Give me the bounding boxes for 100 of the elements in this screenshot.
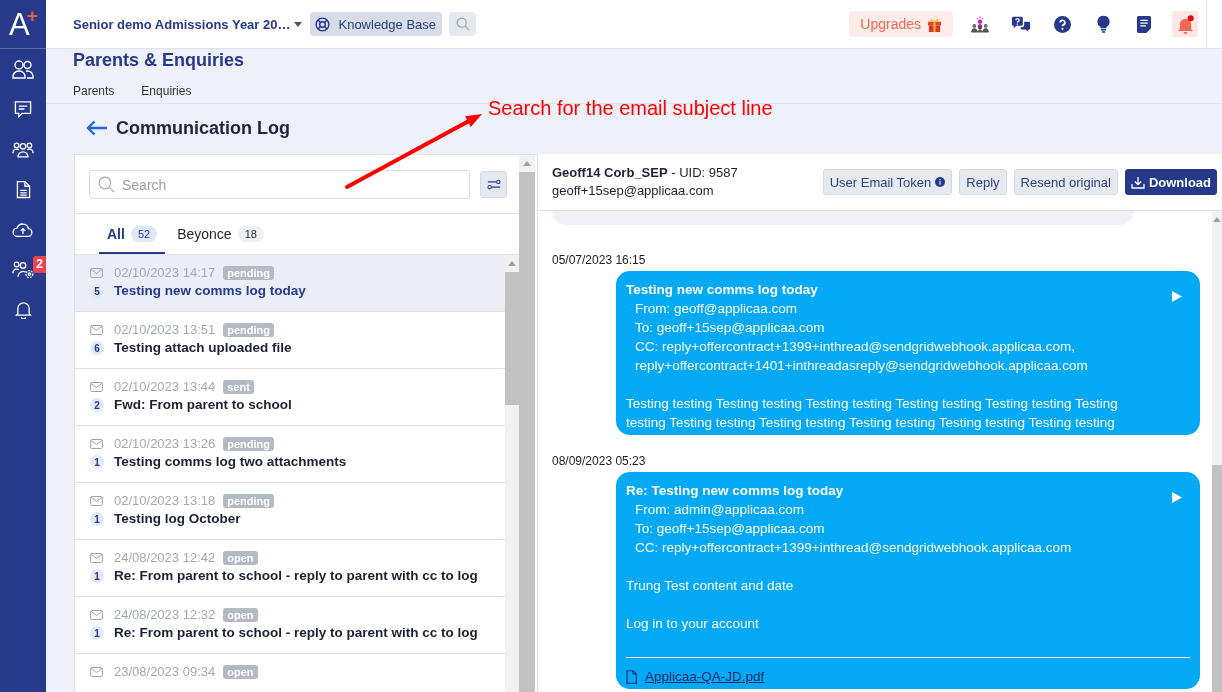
- message-date: 24/08/2023 12:32: [114, 607, 216, 623]
- message-subject: Re: From parent to school - reply to parent with cc to log: [114, 624, 478, 642]
- message-date: 02/10/2023 14:17: [114, 265, 216, 281]
- message-subject: Re: From parent to school - reply to parent with cc to log: [114, 567, 478, 585]
- message-date: 08/09/2023 05:23: [552, 453, 647, 469]
- count-badge: 52: [130, 226, 158, 242]
- back-arrow-icon: [86, 120, 108, 136]
- message-date: 02/10/2023 13:51: [114, 322, 216, 338]
- page-title: Parents & Enquiries: [73, 49, 246, 71]
- status-badge: open: [223, 608, 258, 622]
- message-date: 02/10/2023 13:18: [114, 493, 216, 509]
- message-header-line: To: geoff+15sep@applicaa.com: [634, 520, 826, 538]
- help-icon: [1053, 15, 1071, 33]
- lightbulb-icon: [1096, 15, 1110, 33]
- play-icon[interactable]: [1172, 291, 1182, 302]
- status-badge: pending: [223, 266, 274, 280]
- message-date: 02/10/2023 13:44: [114, 379, 216, 395]
- message-count: 5: [90, 284, 104, 298]
- message-subject: Testing new comms log today: [114, 282, 306, 300]
- search-icon: [455, 17, 470, 31]
- message-header-line: To: geoff+15sep@applicaa.com: [634, 319, 826, 337]
- sidebar-item[interactable]: 2: [0, 249, 46, 289]
- action-button[interactable]: Reply: [959, 169, 1007, 195]
- status-badge: pending: [223, 494, 274, 508]
- contact-name: Geoff14 Corb_SEP - UID: 9587: [552, 165, 739, 181]
- search-icon: [98, 176, 115, 193]
- status-badge: pending: [223, 437, 274, 451]
- message-text: Trung Test content and date: [626, 577, 795, 595]
- message-date: 24/08/2023 12:42: [114, 550, 216, 566]
- gift-icon: [927, 16, 942, 32]
- contact-email: geoff+15sep@applicaa.com: [552, 183, 715, 199]
- status-badge: sent: [223, 380, 254, 394]
- message-date: 23/08/2023 09:34: [114, 664, 216, 680]
- message-header-line: From: admin@applicaa.com: [634, 501, 805, 519]
- message-text: Testing testing Testing testing Testing testing Testing testing Testing testing Testing testing Testing testing Testing testing Testing testing Testing testing Testing testing: [626, 395, 1119, 432]
- group-gear-icon: [12, 259, 34, 279]
- message-date: 05/07/2023 16:15: [552, 252, 647, 268]
- attachment-link[interactable]: Applicaa-QA-JD.pdf: [645, 667, 765, 686]
- group-icon: [12, 139, 34, 159]
- play-icon[interactable]: [1172, 492, 1182, 503]
- document-icon: [15, 179, 31, 199]
- people-network-icon: [970, 15, 990, 33]
- lifebuoy-icon: [315, 16, 331, 32]
- message-text: Log in to your account: [626, 615, 760, 633]
- message-count: 6: [90, 341, 104, 355]
- message-date: 02/10/2023 13:26: [114, 436, 216, 452]
- bell-icon: [14, 299, 32, 319]
- scrollbar-thumb[interactable]: [1212, 465, 1222, 692]
- file-icon: [626, 669, 637, 684]
- message-header-line: From: geoff@applicaa.com: [634, 300, 799, 318]
- message-count: 1: [90, 626, 104, 640]
- people-icon: [12, 59, 34, 79]
- envelope-icon: [90, 439, 103, 449]
- message-subject: Testing comms log two attachments: [114, 453, 347, 471]
- sliders-icon: [486, 179, 501, 190]
- status-badge: open: [223, 665, 258, 679]
- knowledge-base-button[interactable]: Knowledge Base: [310, 12, 443, 36]
- message-header-line: reply+offercontract+1401+inthreadasreply@sendgridwebhook.applicaa.com: [634, 357, 1089, 375]
- message-count: 2: [90, 398, 104, 412]
- workspace-dropdown[interactable]: Senior demo Admissions Year 20…: [73, 16, 303, 32]
- message-subject: Testing attach uploaded file: [114, 339, 292, 357]
- annotation-text: Search for the email subject line: [488, 96, 773, 120]
- message-count: 1: [90, 569, 104, 583]
- page-tab[interactable]: Parents: [73, 84, 115, 99]
- section-title: Communication Log: [116, 117, 290, 140]
- user-email-token-button[interactable]: User Email Token: [822, 169, 953, 195]
- chat-icon: [12, 99, 34, 119]
- count-badge: 18: [237, 226, 264, 242]
- message-header-line: CC: reply+offercontract+1399+inthread@sendgridwebhook.applicaa.com,: [634, 338, 1077, 356]
- filter-tab[interactable]: Beyonce 18: [169, 214, 272, 254]
- envelope-icon: [90, 325, 103, 335]
- action-button[interactable]: Resend original: [1013, 169, 1118, 195]
- caret-icon: [294, 21, 303, 27]
- scrollbar-thumb[interactable]: [505, 272, 519, 405]
- download-icon: [1130, 175, 1145, 189]
- page-tab[interactable]: Enquiries: [141, 84, 192, 99]
- message-list-item[interactable]: 02/10/2023 14:17 pending 5 Testing new comms log today: [75, 255, 505, 312]
- envelope-icon: [90, 268, 103, 278]
- message-count: 1: [90, 455, 104, 469]
- message-header-line: CC: reply+offercontract+1399+inthread@sendgridwebhook.applicaa.com: [634, 539, 1073, 557]
- message-subject: Fwd: From parent to school: [114, 396, 292, 414]
- back-button[interactable]: [86, 120, 108, 136]
- message-subject: Re: Testing new comms log today: [626, 482, 845, 500]
- message-subject: Testing new comms log today: [626, 281, 819, 299]
- info-icon: [935, 177, 946, 187]
- envelope-icon: [90, 553, 103, 563]
- envelope-icon: [90, 382, 103, 392]
- status-badge: pending: [223, 323, 274, 337]
- chat-question-icon: [1011, 15, 1031, 33]
- notes-icon: [1137, 15, 1151, 33]
- status-badge: open: [223, 551, 258, 565]
- search-field[interactable]: Search: [89, 170, 470, 199]
- bell-icon: [1176, 14, 1194, 34]
- notification-badge: 2: [33, 256, 46, 273]
- envelope-icon: [90, 496, 103, 506]
- download-button[interactable]: Download: [1124, 169, 1217, 195]
- message-subject: Testing log October: [114, 510, 241, 528]
- envelope-icon: [90, 667, 103, 677]
- filter-button[interactable]: [480, 171, 507, 198]
- message-count: 1: [90, 512, 104, 526]
